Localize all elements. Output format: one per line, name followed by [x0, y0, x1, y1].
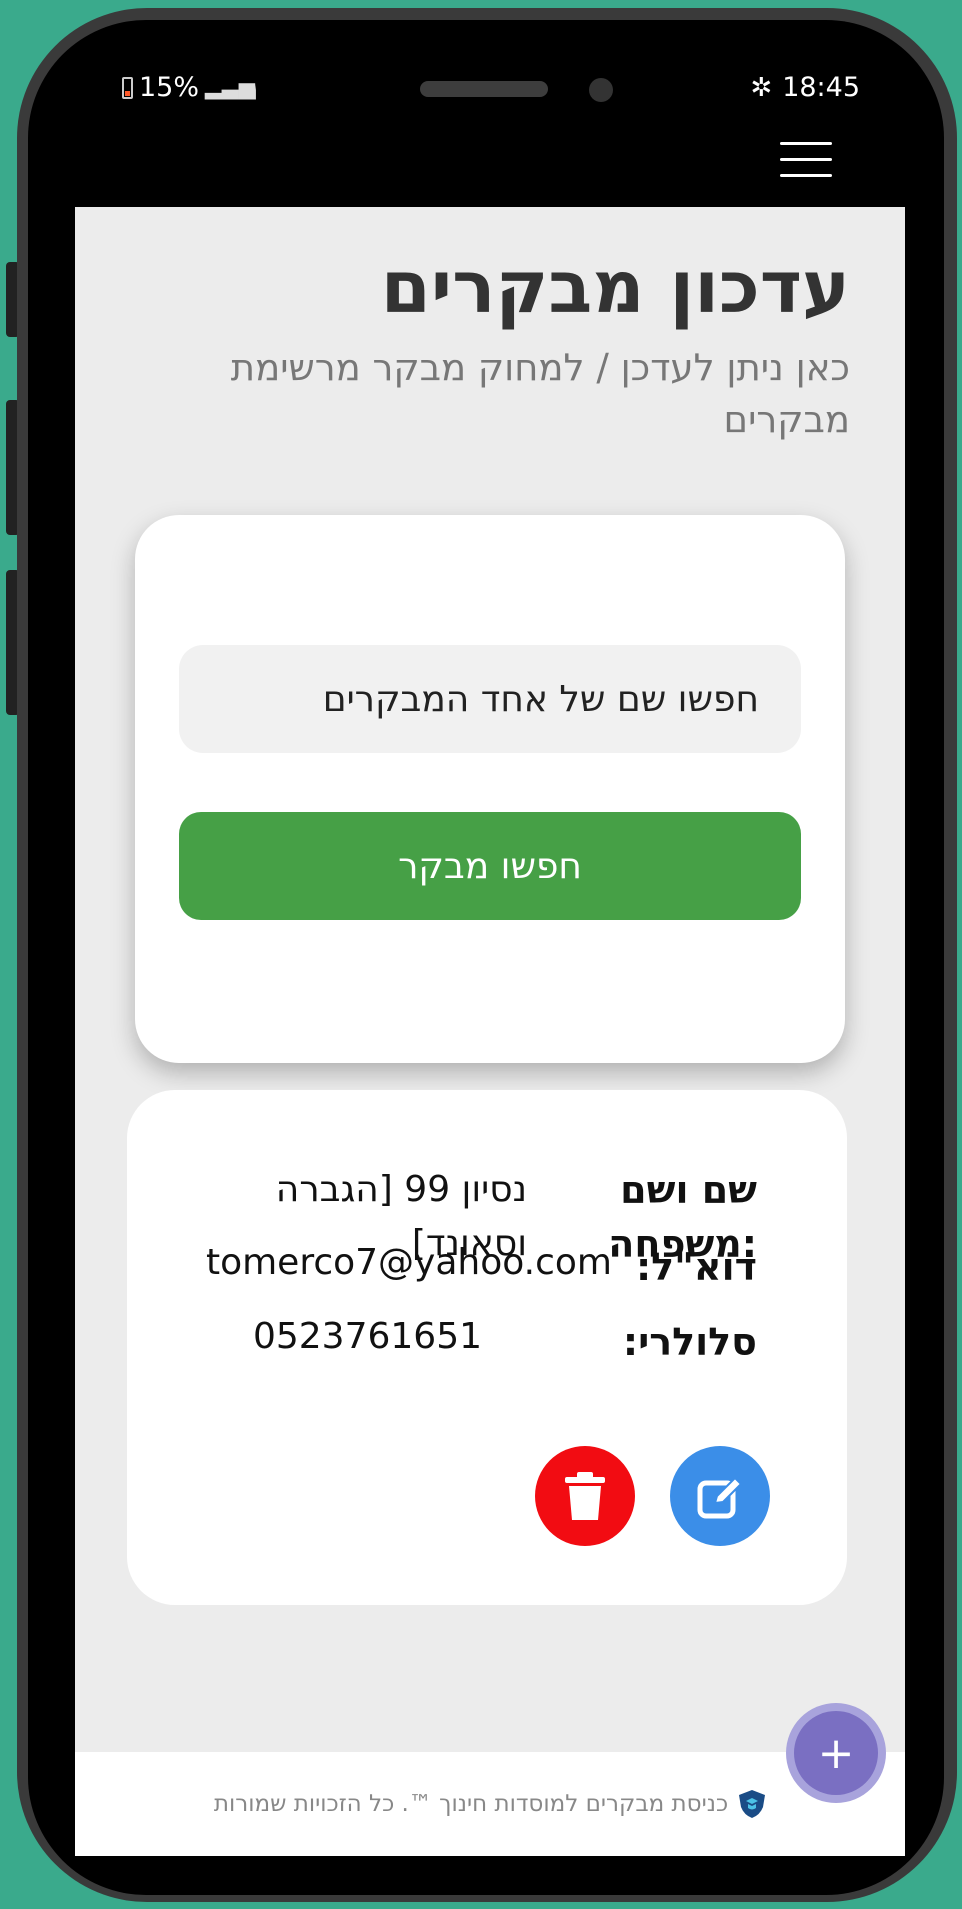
phone-label: סלולרי: [622, 1320, 757, 1364]
notch [255, 66, 730, 130]
footer: כניסת מבקרים למוסדות חינוך ™. כל הזכויות… [75, 1752, 905, 1856]
hamburger-icon[interactable] [780, 140, 832, 180]
status-time: 18:45 [782, 72, 860, 103]
visitor-result-card: שם ושם משפחה: נסיון 99 [הגברה וסאונד] דו… [127, 1090, 847, 1605]
status-bar-left: 15% ▂▃▅ [122, 72, 256, 103]
front-camera [589, 78, 613, 102]
footer-text: כניסת מבקרים למוסדות חינוך ™. כל הזכויות… [213, 1791, 729, 1817]
search-button[interactable]: חפשו מבקר [179, 812, 801, 920]
email-value: tomerco7@yahoo.com [205, 1242, 612, 1283]
page-title: עדכון מבקרים [380, 245, 850, 329]
battery-percent: 15% [139, 72, 200, 103]
search-card: חפשו שם של אחד המבקרים חפשו מבקר [135, 515, 845, 1063]
edit-icon [697, 1476, 743, 1519]
add-visitor-button[interactable]: + [794, 1711, 878, 1795]
trash-icon [565, 1472, 605, 1520]
phone-value: 0523761651 [252, 1316, 482, 1357]
search-input[interactable]: חפשו שם של אחד המבקרים [179, 645, 801, 753]
battery-icon [122, 76, 133, 99]
edit-button[interactable] [670, 1446, 770, 1546]
page-subtitle: כאן ניתן לעדכן / למחוק מבקר מרשימת מבקרי… [230, 346, 850, 441]
signal-icon: ▂▃▅ [205, 75, 256, 100]
settings-icon: ✲ [750, 72, 773, 103]
shield-icon [739, 1790, 766, 1818]
main-content: עדכון מבקרים כאן ניתן לעדכן / למחוק מבקר… [75, 207, 905, 1752]
email-label: דוא"ל: [635, 1245, 757, 1289]
speaker [420, 81, 548, 97]
status-bar-right: ✲ 18:45 [750, 72, 860, 103]
delete-button[interactable] [535, 1446, 635, 1546]
